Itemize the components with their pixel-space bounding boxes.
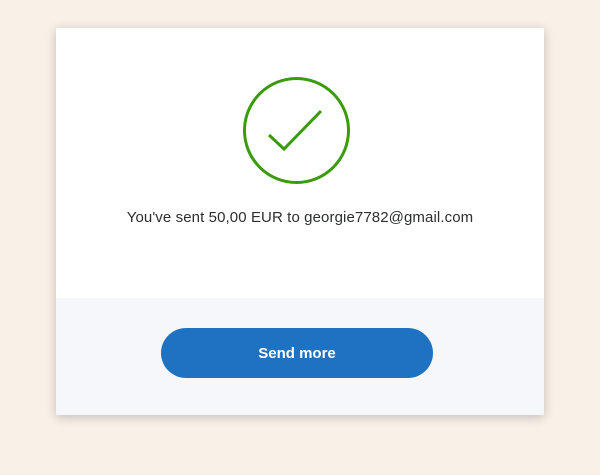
checkmark-circle-icon	[243, 77, 350, 184]
confirmation-message: You've sent 50,00 EUR to georgie7782@gma…	[126, 209, 474, 226]
send-more-button[interactable]: Send more	[161, 328, 433, 378]
action-footer: Send more	[56, 298, 544, 415]
confirmation-card: You've sent 50,00 EUR to georgie7782@gma…	[56, 28, 544, 415]
confirmation-panel: You've sent 50,00 EUR to georgie7782@gma…	[56, 28, 544, 298]
